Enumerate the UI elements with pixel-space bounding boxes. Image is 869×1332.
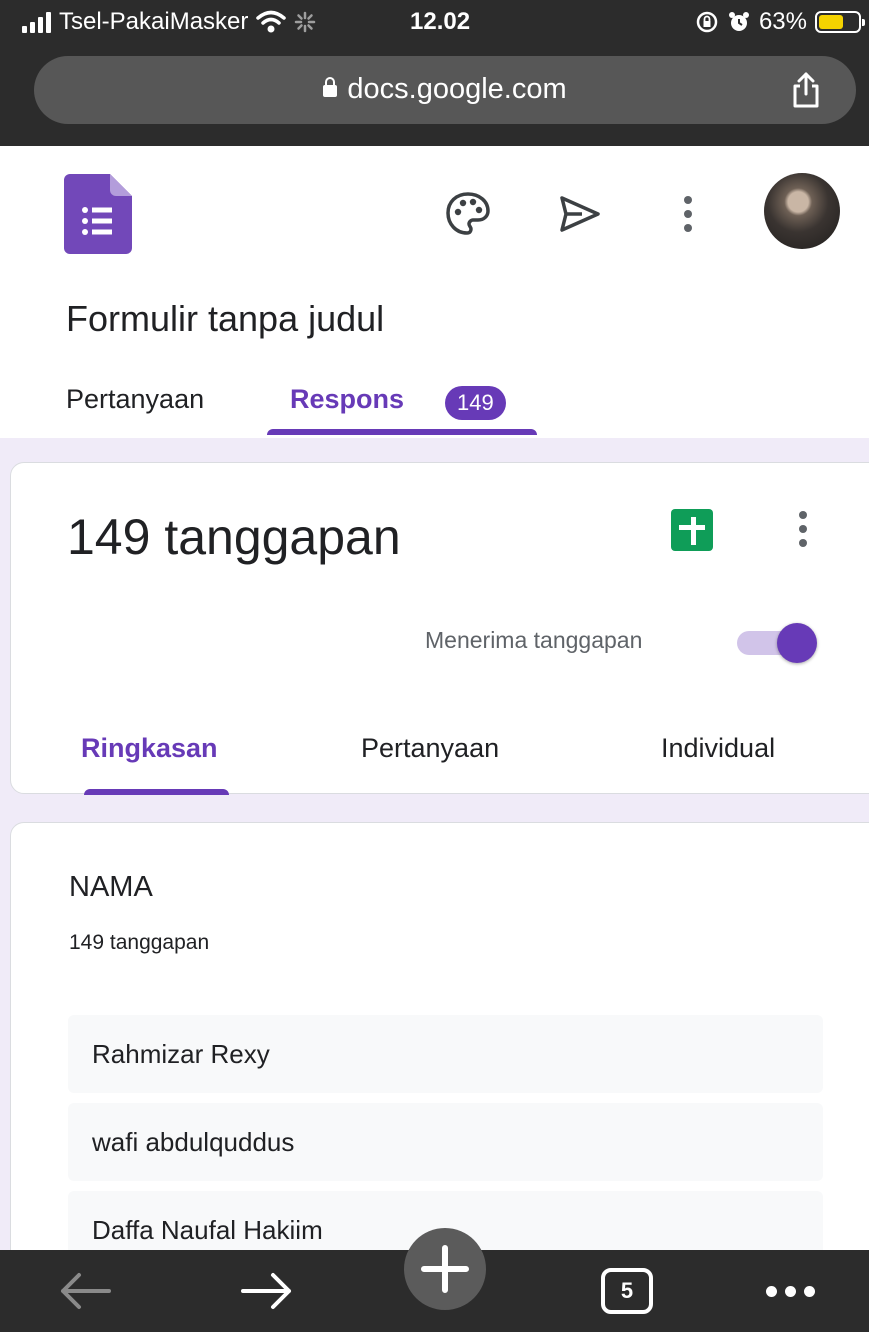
browser-top-chrome: Tsel-PakaiMasker 12.02 63% docs.google.c… [0, 0, 869, 146]
tab-questions[interactable]: Pertanyaan [66, 384, 204, 415]
tab-switcher-button[interactable]: 5 [592, 1250, 662, 1332]
loading-spinner-icon [295, 11, 316, 33]
list-item: wafi abdulquddus [68, 1103, 823, 1181]
signal-icon [22, 11, 51, 33]
question-responses-card: NAMA 149 tanggapan Rahmizar Rexy wafi ab… [10, 822, 869, 1282]
new-tab-button[interactable] [404, 1228, 486, 1310]
plus-icon [421, 1245, 469, 1293]
question-title: NAMA [69, 871, 153, 903]
tab-responses[interactable]: Respons [290, 384, 404, 415]
active-subtab-indicator [84, 789, 229, 795]
lock-icon [323, 77, 338, 97]
status-bar: Tsel-PakaiMasker 12.02 63% [0, 0, 869, 48]
address-bar[interactable]: docs.google.com [34, 56, 856, 124]
battery-fill [819, 15, 843, 29]
status-time: 12.02 [410, 8, 471, 35]
wifi-icon [256, 10, 287, 33]
responses-count-heading: 149 tanggapan [67, 509, 401, 565]
carrier-name: Tsel-PakaiMasker [59, 8, 249, 35]
more-options-icon[interactable] [755, 1250, 825, 1332]
battery-icon [815, 11, 865, 33]
responses-count-badge: 149 [445, 386, 506, 420]
list-item: Rahmizar Rexy [68, 1015, 823, 1093]
battery-percent: 63% [758, 8, 807, 35]
status-right: 63% [695, 8, 865, 36]
tab-count: 5 [601, 1268, 653, 1314]
accepting-responses-toggle[interactable] [737, 623, 827, 663]
alarm-icon [728, 12, 749, 31]
form-title: Formulir tanpa judul [66, 298, 385, 339]
url-text: docs.google.com [347, 73, 567, 105]
more-vert-icon[interactable] [660, 186, 716, 242]
subtab-individual[interactable]: Individual [661, 733, 775, 764]
share-icon[interactable] [786, 70, 826, 110]
palette-icon[interactable] [440, 186, 496, 242]
responses-summary-card: 149 tanggapan Menerima tanggapan Ringkas… [10, 462, 869, 795]
toggle-knob [777, 623, 817, 663]
status-left: Tsel-PakaiMasker [22, 8, 316, 36]
active-tab-indicator [267, 429, 537, 435]
forward-arrow-icon[interactable] [232, 1250, 302, 1332]
accepting-responses-label: Menerima tanggapan [425, 627, 643, 653]
google-sheets-icon[interactable] [671, 509, 713, 551]
avatar[interactable] [764, 173, 840, 249]
address-text: docs.google.com [34, 73, 856, 106]
subtab-summary[interactable]: Ringkasan [81, 733, 218, 764]
google-forms-logo-icon[interactable] [64, 174, 132, 254]
forms-header: Formulir tanpa judul Pertanyaan Respons … [0, 146, 869, 438]
card-more-vert-icon[interactable] [783, 507, 823, 551]
question-response-count: 149 tanggapan [69, 931, 210, 954]
subtab-question[interactable]: Pertanyaan [361, 733, 499, 764]
send-icon[interactable] [552, 186, 608, 242]
back-arrow-icon[interactable] [50, 1250, 120, 1332]
rotation-lock-icon [696, 11, 718, 33]
